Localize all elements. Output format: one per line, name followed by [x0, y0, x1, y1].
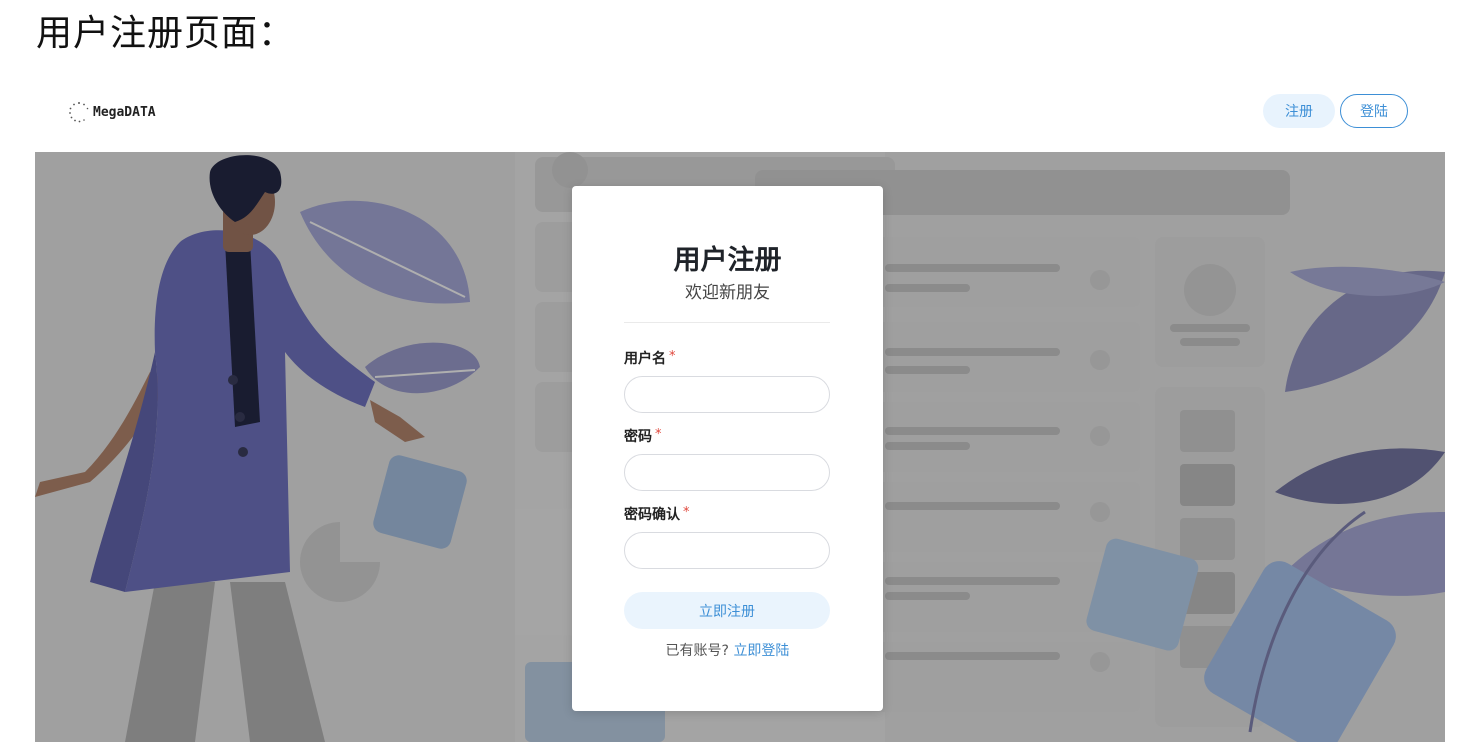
has-account-text: 已有账号?: [665, 643, 729, 659]
logo-text: MegaDATA: [93, 104, 156, 120]
register-title: 用户注册: [673, 245, 782, 276]
required-marker: *: [655, 427, 662, 442]
password-confirm-label-text: 密码确认: [624, 507, 680, 523]
dotted-circle-logo-icon: [69, 102, 89, 123]
top-navigation-bar: MegaDATA 注册 登陆: [35, 82, 1445, 152]
username-label-text: 用户名: [624, 351, 666, 367]
username-label: 用户名 *: [624, 348, 676, 368]
login-link[interactable]: 立即登陆: [733, 643, 789, 659]
card-divider: [624, 322, 830, 323]
login-hint: 已有账号? 立即登陆: [572, 640, 883, 660]
register-card: 用户注册 欢迎新朋友 用户名 * 密码 * 密码确认 * 立即注册 已有账号? 立即登…: [572, 186, 883, 711]
register-submit-button[interactable]: 立即注册: [624, 592, 830, 629]
register-nav-button[interactable]: 注册: [1263, 94, 1335, 128]
hero-background: 用户注册 欢迎新朋友 用户名 * 密码 * 密码确认 * 立即注册 已有账号? 立即登…: [35, 152, 1445, 742]
password-confirm-input[interactable]: [624, 532, 830, 569]
required-marker: *: [669, 349, 676, 364]
password-label: 密码 *: [624, 426, 662, 446]
register-subtitle: 欢迎新朋友: [685, 283, 770, 303]
login-nav-button[interactable]: 登陆: [1340, 94, 1408, 128]
password-label-text: 密码: [624, 429, 652, 445]
password-confirm-label: 密码确认 *: [624, 504, 690, 524]
document-caption: 用户注册页面：: [36, 13, 296, 54]
logo[interactable]: MegaDATA: [67, 100, 156, 124]
password-input[interactable]: [624, 454, 830, 491]
required-marker: *: [683, 505, 690, 520]
username-input[interactable]: [624, 376, 830, 413]
